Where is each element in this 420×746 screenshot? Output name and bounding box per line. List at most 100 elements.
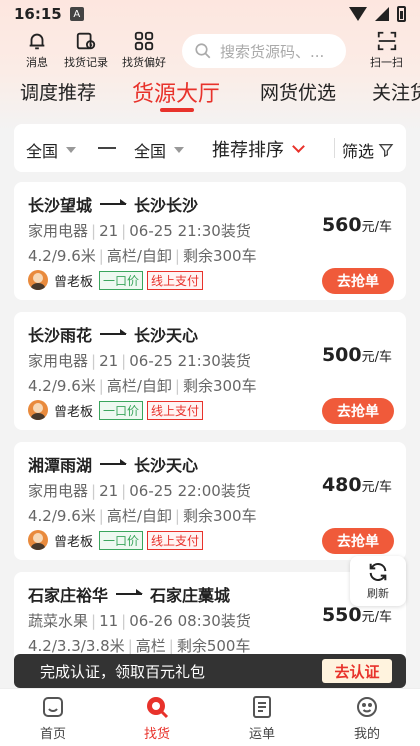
truck-info: 4.2/3.3/3.8米 | 高栏 | 剩余500车 — [28, 637, 251, 655]
grab-order-button[interactable]: 去抢单 — [322, 528, 394, 554]
route: 长沙望城 长沙长沙 — [28, 192, 198, 216]
refresh-icon — [369, 563, 387, 581]
search-placeholder: 搜索货源码、... — [220, 42, 325, 61]
goods-card[interactable]: 湘潭雨湖 长沙天心 家用电器 | 21 | 06-25 22:00装货 4.2/9.6米… — [14, 442, 406, 560]
owner-name: 曾老板 — [54, 404, 94, 420]
waybill-icon — [253, 696, 271, 718]
route-arrow-icon — [116, 589, 144, 595]
refresh-label: 刷新 — [367, 587, 389, 600]
price-unit: 元/车 — [361, 220, 392, 235]
goods-type: 家用电器 — [28, 482, 89, 500]
search-history-button[interactable]: 找货记录 — [64, 30, 108, 70]
fixed-price-tag: 一口价 — [99, 270, 144, 290]
funnel-icon — [378, 144, 394, 158]
remaining-count: 剩余300车 — [182, 247, 257, 265]
tab-online-goods[interactable]: 网货优选 — [260, 78, 336, 105]
nav-waybill[interactable]: 运单 — [232, 695, 292, 742]
truck-size: 4.2/9.6米 — [28, 507, 96, 525]
truck-info: 4.2/9.6米 | 高栏/自卸 | 剩余300车 — [28, 507, 257, 525]
verify-button[interactable]: 去认证 — [322, 659, 392, 683]
route: 湘潭雨湖 长沙天心 — [28, 452, 198, 476]
signal-icon — [375, 7, 389, 21]
avatar — [28, 530, 48, 550]
bell-icon — [29, 33, 45, 50]
truck-size: 4.2/9.6米 — [28, 377, 96, 395]
nav-waybill-label: 运单 — [248, 727, 275, 742]
filter-button[interactable]: 筛选 — [342, 138, 394, 162]
load-time: 06-26 08:30装货 — [129, 612, 251, 630]
chevron-down-icon — [292, 140, 305, 153]
truck-type: 高栏 — [135, 637, 166, 655]
goods-card[interactable]: 长沙雨花 长沙天心 家用电器 | 21 | 06-25 21:30装货 4.2/9.6米… — [14, 312, 406, 430]
scan-label: 扫一扫 — [370, 56, 403, 69]
goods-card[interactable]: 长沙望城 长沙长沙 家用电器 | 21 | 06-25 21:30装货 4.2/9.6米… — [14, 182, 406, 300]
preference-grid-icon — [134, 31, 154, 51]
goods-info: 家用电器 | 21 | 06-25 21:30装货 — [28, 222, 251, 240]
search-preference-label: 找货偏好 — [122, 56, 166, 69]
tab-followed-goods[interactable]: 关注货 — [372, 78, 420, 105]
profile-icon — [357, 697, 377, 717]
price-value: 500 — [321, 344, 362, 366]
destination-select[interactable]: 全国 — [134, 138, 185, 162]
goods-qty: 21 — [99, 222, 119, 240]
price: 560元/车 — [322, 214, 392, 236]
nav-home[interactable]: 首页 — [23, 695, 83, 742]
search-input[interactable]: 搜索货源码、... — [182, 34, 346, 68]
goods-qty: 11 — [99, 612, 119, 630]
route: 石家庄裕华 石家庄藁城 — [28, 582, 230, 606]
nav-profile-label: 我的 — [353, 727, 380, 742]
goods-info: 家用电器 | 21 | 06-25 22:00装货 — [28, 482, 251, 500]
origin-label: 全国 — [26, 142, 59, 161]
load-time: 06-25 22:00装货 — [129, 482, 251, 500]
fixed-price-tag: 一口价 — [99, 400, 144, 420]
owner-row: 曾老板 一口价 线上支付 — [28, 270, 204, 290]
sort-select[interactable]: 推荐排序 — [212, 136, 305, 162]
goods-info: 家用电器 | 21 | 06-25 21:30装货 — [28, 352, 251, 370]
nav-find-goods[interactable]: 找货 — [127, 695, 187, 742]
scan-icon — [377, 31, 396, 51]
fixed-price-tag: 一口价 — [99, 530, 144, 550]
tab-dispatch-recommend[interactable]: 调度推荐 — [20, 78, 96, 105]
messages-button[interactable]: 消息 — [26, 30, 48, 70]
goods-qty: 21 — [99, 352, 119, 370]
route-arrow-icon — [100, 459, 128, 465]
goods-type: 家用电器 — [28, 352, 89, 370]
quick-actions: 消息 找货记录 找货偏好 搜索货源码、... 扫一扫 — [0, 30, 420, 72]
route-arrow-icon — [100, 199, 128, 205]
tab-goods-hall[interactable]: 货源大厅 — [132, 76, 220, 108]
history-icon — [76, 32, 96, 50]
route-destination: 长沙天心 — [134, 456, 199, 475]
goods-type: 蔬菜水果 — [28, 612, 89, 630]
sort-label: 推荐排序 — [212, 140, 284, 161]
caret-down-icon — [66, 147, 77, 153]
owner-name: 曾老板 — [54, 274, 94, 290]
route-arrow-icon — [100, 329, 128, 335]
price-value: 550 — [321, 604, 362, 626]
verification-banner: 完成认证，领取百元礼包 去认证 — [14, 654, 406, 688]
scan-button[interactable]: 扫一扫 — [370, 30, 403, 70]
destination-label: 全国 — [134, 142, 167, 161]
online-pay-tag: 线上支付 — [147, 400, 204, 420]
price-unit: 元/车 — [361, 350, 392, 365]
origin-select[interactable]: 全国 — [26, 138, 77, 162]
grab-order-button[interactable]: 去抢单 — [322, 268, 394, 294]
messages-label: 消息 — [26, 56, 48, 69]
truck-size: 4.2/9.6米 — [28, 247, 96, 265]
wifi-icon — [349, 7, 367, 21]
truck-size: 4.2/3.3/3.8米 — [28, 637, 125, 655]
search-preference-button[interactable]: 找货偏好 — [122, 30, 166, 70]
status-time: 16:15 — [14, 5, 62, 23]
nav-find-goods-label: 找货 — [143, 727, 170, 742]
caret-down-icon — [174, 147, 185, 153]
price: 480元/车 — [322, 474, 392, 496]
goods-qty: 21 — [99, 482, 119, 500]
route-destination: 长沙天心 — [134, 326, 199, 345]
filter-bar: 全国 全国 推荐排序 筛选 — [14, 124, 406, 172]
grab-order-button[interactable]: 去抢单 — [322, 398, 394, 424]
refresh-button[interactable]: 刷新 — [350, 556, 406, 606]
price: 500元/车 — [322, 344, 392, 366]
route-origin: 长沙望城 — [28, 196, 93, 215]
nav-profile[interactable]: 我的 — [337, 695, 397, 742]
load-time: 06-25 21:30装货 — [129, 222, 251, 240]
route-dash — [98, 147, 116, 149]
